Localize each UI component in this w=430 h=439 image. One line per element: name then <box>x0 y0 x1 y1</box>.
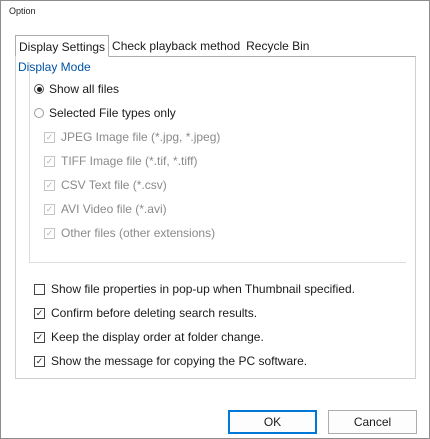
checkbox-checked-icon: ✓ <box>44 179 55 191</box>
csv-filetype-checkbox[interactable]: ✓ CSV Text file (*.csv) <box>44 178 167 192</box>
ok-button[interactable]: OK <box>228 410 317 434</box>
other-filetype-label: Other files (other extensions) <box>61 226 216 240</box>
window-title: Option <box>9 6 36 16</box>
keep-display-order-checkbox[interactable]: ✓ Keep the display order at folder chang… <box>34 330 264 344</box>
tiff-filetype-checkbox[interactable]: ✓ TIFF Image file (*.tif, *.tiff) <box>44 154 197 168</box>
confirm-delete-checkbox[interactable]: ✓ Confirm before deleting search results… <box>34 306 257 320</box>
show-all-files-radio[interactable]: Show all files <box>34 82 119 96</box>
display-mode-label: Display Mode <box>18 60 91 74</box>
avi-filetype-checkbox[interactable]: ✓ AVI Video file (*.avi) <box>44 202 167 216</box>
checkbox-checked-icon: ✓ <box>34 307 45 319</box>
csv-filetype-label: CSV Text file (*.csv) <box>61 178 167 192</box>
tab-check-playback-method[interactable]: Check playback method <box>109 35 243 57</box>
checkbox-unchecked-icon <box>34 283 45 295</box>
tab-display-settings[interactable]: Display Settings <box>15 35 110 57</box>
tab-recycle-bin[interactable]: Recycle Bin <box>243 35 312 57</box>
jpeg-filetype-label: JPEG Image file (*.jpg, *.jpeg) <box>61 130 221 144</box>
cancel-button[interactable]: Cancel <box>328 410 417 434</box>
checkbox-checked-icon: ✓ <box>44 131 55 143</box>
radio-unselected-icon <box>34 108 44 118</box>
selected-file-types-label: Selected File types only <box>49 106 176 120</box>
radio-selected-icon <box>34 84 44 94</box>
checkbox-checked-icon: ✓ <box>44 227 55 239</box>
selected-file-types-radio[interactable]: Selected File types only <box>34 106 176 120</box>
show-file-properties-label: Show file properties in pop-up when Thum… <box>51 282 355 296</box>
keep-display-order-label: Keep the display order at folder change. <box>51 330 264 344</box>
jpeg-filetype-checkbox[interactable]: ✓ JPEG Image file (*.jpg, *.jpeg) <box>44 130 220 144</box>
checkbox-checked-icon: ✓ <box>34 355 45 367</box>
checkbox-checked-icon: ✓ <box>44 203 55 215</box>
tab-strip: Display Settings Check playback method R… <box>15 35 312 57</box>
show-all-files-label: Show all files <box>49 82 120 96</box>
show-file-properties-checkbox[interactable]: Show file properties in pop-up when Thum… <box>34 282 355 296</box>
option-dialog: Option Display Settings Check playback m… <box>0 0 430 439</box>
tiff-filetype-label: TIFF Image file (*.tif, *.tiff) <box>61 154 198 168</box>
title-bar[interactable]: Option <box>1 1 429 23</box>
checkbox-checked-icon: ✓ <box>34 331 45 343</box>
other-filetype-checkbox[interactable]: ✓ Other files (other extensions) <box>44 226 215 240</box>
confirm-delete-label: Confirm before deleting search results. <box>51 306 258 320</box>
avi-filetype-label: AVI Video file (*.avi) <box>61 202 167 216</box>
show-copy-message-checkbox[interactable]: ✓ Show the message for copying the PC so… <box>34 354 307 368</box>
checkbox-checked-icon: ✓ <box>44 155 55 167</box>
show-copy-message-label: Show the message for copying the PC soft… <box>51 354 308 368</box>
